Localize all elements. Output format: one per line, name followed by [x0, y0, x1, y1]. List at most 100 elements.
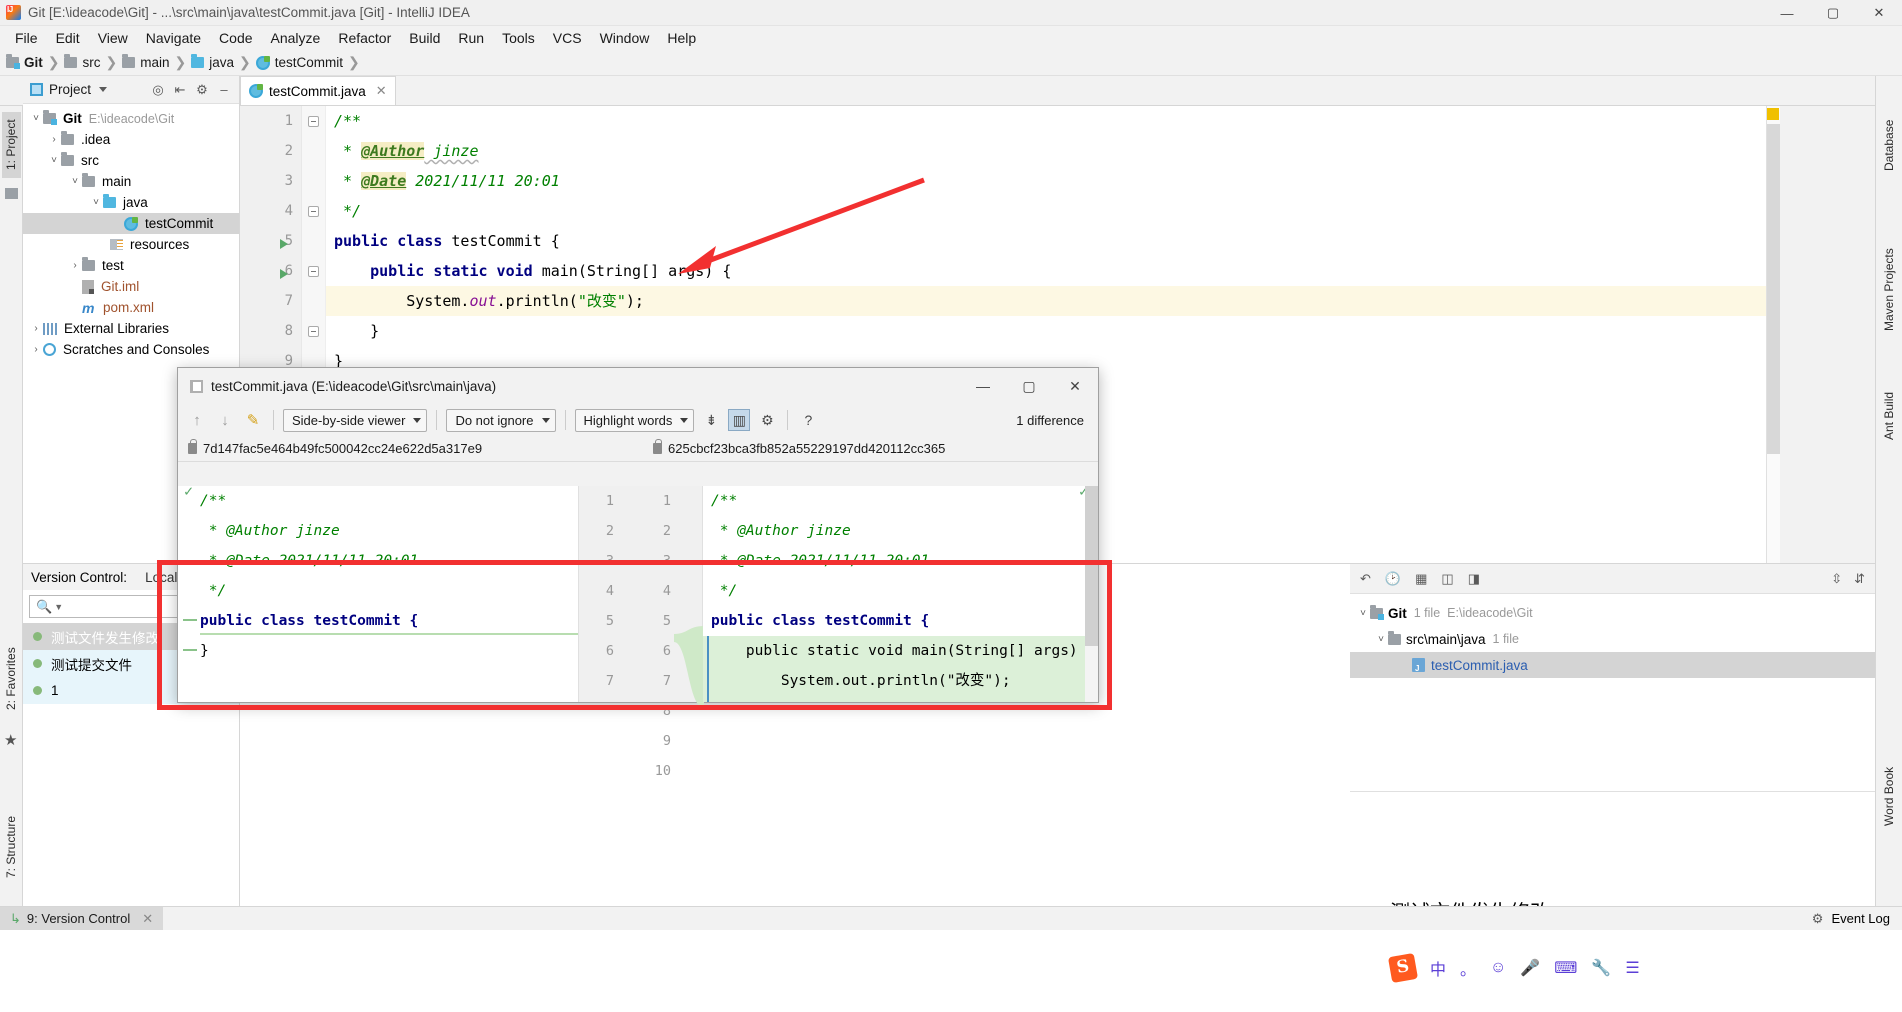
diff-right-pane[interactable]: ✓ /** * @Author jinze * @Date 2021/11/11…: [703, 486, 1098, 702]
tree-row-pom-xml[interactable]: m pom.xml: [23, 297, 239, 318]
next-difference-icon[interactable]: ↓: [214, 409, 236, 431]
chevron-expanded-icon[interactable]: ˅: [68, 176, 82, 187]
viewer-mode-select[interactable]: Side-by-side viewer: [283, 408, 428, 432]
menu-navigate[interactable]: Navigate: [137, 28, 210, 48]
tool-tab-favorites[interactable]: 2: Favorites: [2, 636, 21, 722]
menu-view[interactable]: View: [89, 28, 137, 48]
diff-minimize-button[interactable]: —: [960, 368, 1006, 404]
menu-code[interactable]: Code: [210, 28, 261, 48]
menu-edit[interactable]: Edit: [47, 28, 89, 48]
group-by-icon[interactable]: ▦: [1415, 571, 1427, 587]
tree-row-idea[interactable]: › .idea: [23, 129, 239, 150]
collapse-unchanged-icon[interactable]: ⇟: [700, 409, 722, 431]
breadcrumb-item-main[interactable]: main ❯: [122, 54, 191, 71]
event-log-label[interactable]: Event Log: [1831, 911, 1890, 926]
locate-icon[interactable]: ◎: [148, 80, 168, 100]
hide-icon[interactable]: –: [214, 80, 234, 100]
chevron-expanded-icon[interactable]: ˅: [1356, 608, 1370, 619]
breadcrumb-item-src[interactable]: src ❯: [64, 54, 122, 71]
chevron-expanded-icon[interactable]: ˅: [1374, 634, 1388, 645]
collapse-all-icon[interactable]: ⇵: [1854, 571, 1865, 587]
menu-build[interactable]: Build: [400, 28, 449, 48]
rollback-icon[interactable]: ↶: [1360, 571, 1371, 587]
diff-maximize-button[interactable]: ▢: [1006, 368, 1052, 404]
expand-all-icon[interactable]: ⇳: [1831, 571, 1842, 587]
editor-scrollbar[interactable]: [1767, 124, 1780, 454]
breadcrumb-item-git[interactable]: Git ❯: [6, 54, 64, 71]
close-icon[interactable]: ✕: [376, 83, 387, 99]
chevron-down-icon[interactable]: [99, 87, 108, 92]
diff-close-button[interactable]: ✕: [1052, 368, 1098, 404]
tree-row-test[interactable]: › test: [23, 255, 239, 276]
punctuation-icon[interactable]: 。: [1460, 956, 1476, 980]
tree-row-main[interactable]: ˅ main: [23, 171, 239, 192]
tree-row-scratches[interactable]: › Scratches and Consoles: [23, 339, 239, 360]
tree-row-resources[interactable]: resources: [23, 234, 239, 255]
tab-local[interactable]: Local: [145, 570, 177, 585]
toolbox-icon[interactable]: 🔧: [1591, 958, 1611, 978]
tool-tab-project[interactable]: 1: Project: [2, 112, 21, 178]
voice-input-icon[interactable]: 🎤: [1520, 958, 1540, 978]
warning-marker[interactable]: [1767, 108, 1779, 120]
chevron-expanded-icon[interactable]: ˅: [89, 197, 103, 208]
menu-window[interactable]: Window: [591, 28, 659, 48]
tree-row-src[interactable]: ˅ src: [23, 150, 239, 171]
tree-row-git-iml[interactable]: Git.iml: [23, 276, 239, 297]
tree-row-java[interactable]: ˅ java: [23, 192, 239, 213]
menu-refactor[interactable]: Refactor: [329, 28, 400, 48]
emoji-icon[interactable]: ☺: [1490, 959, 1506, 977]
chevron-expanded-icon[interactable]: ˅: [29, 113, 43, 124]
tree-row-testcommit[interactable]: testCommit: [23, 213, 239, 234]
breadcrumb-item-java[interactable]: java ❯: [191, 54, 256, 71]
menu-run[interactable]: Run: [449, 28, 493, 48]
menu-help[interactable]: Help: [658, 28, 705, 48]
diff-left-pane[interactable]: ✓ /** * @Author jinze * @Date 2021/11/11…: [178, 486, 578, 702]
fold-icon[interactable]: [308, 266, 319, 277]
fold-icon[interactable]: [308, 116, 319, 127]
menu-icon[interactable]: ☰: [1625, 958, 1639, 978]
keyboard-icon[interactable]: ⌨: [1554, 958, 1577, 978]
diff-body[interactable]: ✓ /** * @Author jinze * @Date 2021/11/11…: [178, 486, 1098, 779]
editor-marker-strip[interactable]: [1766, 106, 1780, 563]
gear-icon[interactable]: ⚙: [756, 409, 778, 431]
previous-difference-icon[interactable]: ↑: [186, 409, 208, 431]
git-tree-row-srcmainjava[interactable]: ˅ src\main\java 1 file: [1350, 626, 1875, 652]
menu-tools[interactable]: Tools: [493, 28, 544, 48]
highlight-mode-select[interactable]: Highlight words: [574, 408, 695, 432]
tool-tab-word-book[interactable]: Word Book: [1882, 756, 1896, 836]
menu-vcs[interactable]: VCS: [544, 28, 591, 48]
tool-tab-maven-projects[interactable]: Maven Projects: [1882, 231, 1896, 349]
run-gutter-icon[interactable]: [280, 269, 288, 279]
chinese-mode-icon[interactable]: 中: [1430, 956, 1446, 980]
maximize-button[interactable]: ▢: [1810, 0, 1856, 26]
chevron-right-icon[interactable]: ›: [68, 260, 82, 271]
collapse-all-icon[interactable]: ⇤: [170, 80, 190, 100]
run-gutter-icon[interactable]: [280, 239, 288, 249]
ignore-mode-select[interactable]: Do not ignore: [446, 408, 556, 432]
status-tab-version-control[interactable]: ↳ 9: Version Control ✕: [0, 906, 164, 931]
tree-row-git[interactable]: ˅ Git E:\ideacode\Git: [23, 108, 239, 129]
git-tree-row-testcommit-java[interactable]: testCommit.java: [1350, 652, 1875, 678]
chevron-right-icon[interactable]: ›: [29, 323, 43, 334]
fold-icon[interactable]: [308, 326, 319, 337]
tool-tab-database[interactable]: Database: [1882, 106, 1896, 184]
close-button[interactable]: ✕: [1856, 0, 1902, 26]
close-icon[interactable]: ✕: [142, 911, 153, 927]
history-icon[interactable]: 🕑: [1385, 571, 1401, 587]
git-tree-row-git[interactable]: ˅ Git 1 file E:\ideacode\Git: [1350, 600, 1875, 626]
tool-tab-ant-build[interactable]: Ant Build: [1882, 381, 1896, 451]
chevron-right-icon[interactable]: ›: [47, 134, 61, 145]
edit-icon[interactable]: ✎: [242, 409, 264, 431]
chevron-expanded-icon[interactable]: ˅: [47, 155, 61, 166]
sogou-ime-icon[interactable]: [1387, 952, 1419, 984]
chevron-right-icon[interactable]: ›: [29, 344, 43, 355]
chevron-down-icon[interactable]: ▼: [54, 602, 63, 612]
editor-tab-testcommit[interactable]: testCommit.java ✕: [240, 76, 396, 105]
split-view-icon[interactable]: ◨: [1468, 571, 1480, 587]
diff-scrollbar[interactable]: [1085, 486, 1098, 702]
tree-row-external-libraries[interactable]: › External Libraries: [23, 318, 239, 339]
minimize-button[interactable]: —: [1764, 0, 1810, 26]
tool-tab-structure[interactable]: 7: Structure: [2, 806, 21, 888]
menu-analyze[interactable]: Analyze: [262, 28, 330, 48]
fold-icon[interactable]: [308, 206, 319, 217]
